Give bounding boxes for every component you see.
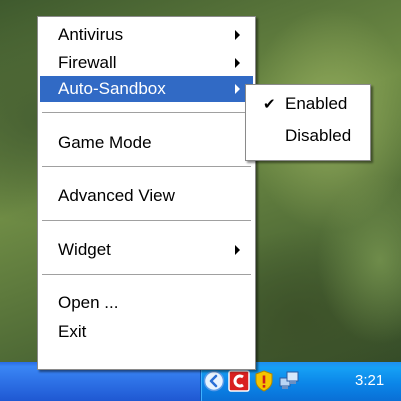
menu-item-auto-sandbox[interactable]: Auto-Sandbox: [40, 76, 253, 102]
security-shield-icon[interactable]: [253, 370, 275, 392]
comodo-icon[interactable]: [228, 370, 250, 392]
auto-sandbox-submenu: ✔ Enabled Disabled: [245, 84, 371, 161]
menu-item-label: Widget: [58, 240, 111, 259]
menu-item-exit[interactable]: Exit: [40, 319, 253, 345]
network-icon[interactable]: [278, 370, 300, 392]
menu-item-open[interactable]: Open ...: [40, 290, 253, 316]
submenu-item-disabled[interactable]: Disabled: [248, 123, 368, 149]
chevron-left-icon[interactable]: [203, 370, 225, 392]
menu-item-label: Exit: [58, 322, 87, 341]
menu-item-label: Advanced View: [58, 186, 175, 205]
menu-item-label: Auto-Sandbox: [58, 79, 166, 98]
submenu-arrow-icon: [235, 84, 240, 94]
menu-item-label: Firewall: [58, 53, 117, 72]
tray-context-menu: Antivirus Firewall Auto-Sandbox Game Mod…: [37, 16, 256, 370]
menu-item-label: Open ...: [58, 293, 119, 312]
submenu-arrow-icon: [235, 58, 240, 68]
submenu-item-label: Disabled: [285, 126, 352, 145]
menu-separator: [42, 166, 251, 168]
taskbar-clock[interactable]: 3:21: [355, 372, 384, 389]
menu-item-widget[interactable]: Widget: [40, 237, 253, 263]
submenu-arrow-icon: [235, 30, 240, 40]
menu-item-label: Game Mode: [58, 133, 152, 152]
menu-item-antivirus[interactable]: Antivirus: [40, 22, 253, 48]
submenu-arrow-icon: [235, 245, 240, 255]
submenu-item-enabled[interactable]: ✔ Enabled: [248, 91, 368, 117]
menu-separator: [42, 112, 251, 114]
menu-separator: [42, 274, 251, 276]
menu-separator: [42, 220, 251, 222]
checkmark-icon: ✔: [263, 96, 276, 113]
submenu-item-label: Enabled: [285, 94, 348, 113]
menu-item-firewall[interactable]: Firewall: [40, 50, 253, 76]
menu-item-label: Antivirus: [58, 25, 124, 44]
menu-item-advanced-view[interactable]: Advanced View: [40, 183, 253, 209]
menu-item-game-mode[interactable]: Game Mode: [40, 130, 253, 156]
